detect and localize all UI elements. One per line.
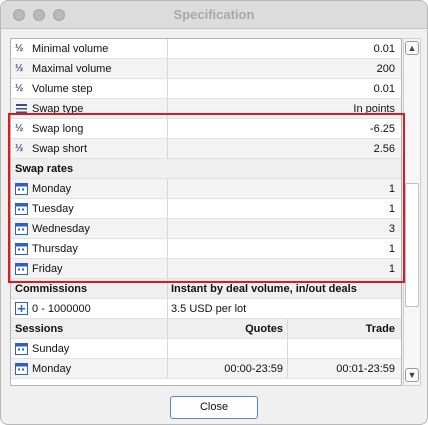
row-label: Volume step bbox=[32, 83, 93, 95]
row-label: Monday bbox=[32, 363, 72, 375]
title-bar: Specification bbox=[1, 1, 427, 29]
row-value: 0.01 bbox=[373, 83, 395, 95]
scroll-down-icon[interactable]: ▼ bbox=[405, 368, 419, 382]
calendar-icon bbox=[15, 342, 28, 355]
close-button[interactable]: Close bbox=[170, 396, 258, 419]
scroll-thumb[interactable] bbox=[405, 183, 419, 307]
window-title: Specification bbox=[173, 7, 255, 22]
trade-header: Trade bbox=[365, 323, 395, 335]
section-header: Sessions Quotes Trade bbox=[11, 319, 401, 339]
table-row: Monday 00:00-23:59 00:01-23:59 bbox=[11, 359, 401, 379]
table-row: ½ Volume step 0.01 bbox=[11, 79, 401, 99]
row-value: 200 bbox=[376, 63, 395, 75]
quotes-value: 00:00-23:59 bbox=[224, 363, 283, 375]
fraction-icon: ½ bbox=[15, 63, 24, 75]
row-value: 3.5 USD per lot bbox=[171, 303, 247, 315]
table-row: ½ Minimal volume 0.01 bbox=[11, 39, 401, 59]
table-row: ½ Maximal volume 200 bbox=[11, 59, 401, 79]
calendar-icon bbox=[15, 362, 28, 375]
scroll-up-icon[interactable]: ▲ bbox=[405, 41, 419, 55]
fraction-icon: ½ bbox=[15, 83, 24, 95]
quotes-value bbox=[171, 339, 287, 359]
row-label: Maximal volume bbox=[32, 63, 112, 75]
highlight-box bbox=[8, 113, 405, 283]
fraction-icon: ½ bbox=[15, 43, 24, 55]
row-label: 0 - 1000000 bbox=[32, 303, 91, 315]
sessions-header: Sessions bbox=[15, 323, 64, 335]
quotes-header: Quotes bbox=[245, 323, 283, 335]
trade-value bbox=[291, 339, 399, 359]
table-row: Sunday bbox=[11, 339, 401, 359]
specification-window: Specification ½ Minimal volume 0.01 ½ Maxi… bbox=[0, 0, 428, 425]
table-row: 0 - 1000000 3.5 USD per lot bbox=[11, 299, 401, 319]
plus-box-icon[interactable] bbox=[15, 301, 28, 315]
row-value: 0.01 bbox=[373, 43, 395, 55]
trade-value: 00:01-23:59 bbox=[336, 363, 395, 375]
row-label: Sunday bbox=[32, 343, 70, 355]
row-label: Minimal volume bbox=[32, 43, 109, 55]
